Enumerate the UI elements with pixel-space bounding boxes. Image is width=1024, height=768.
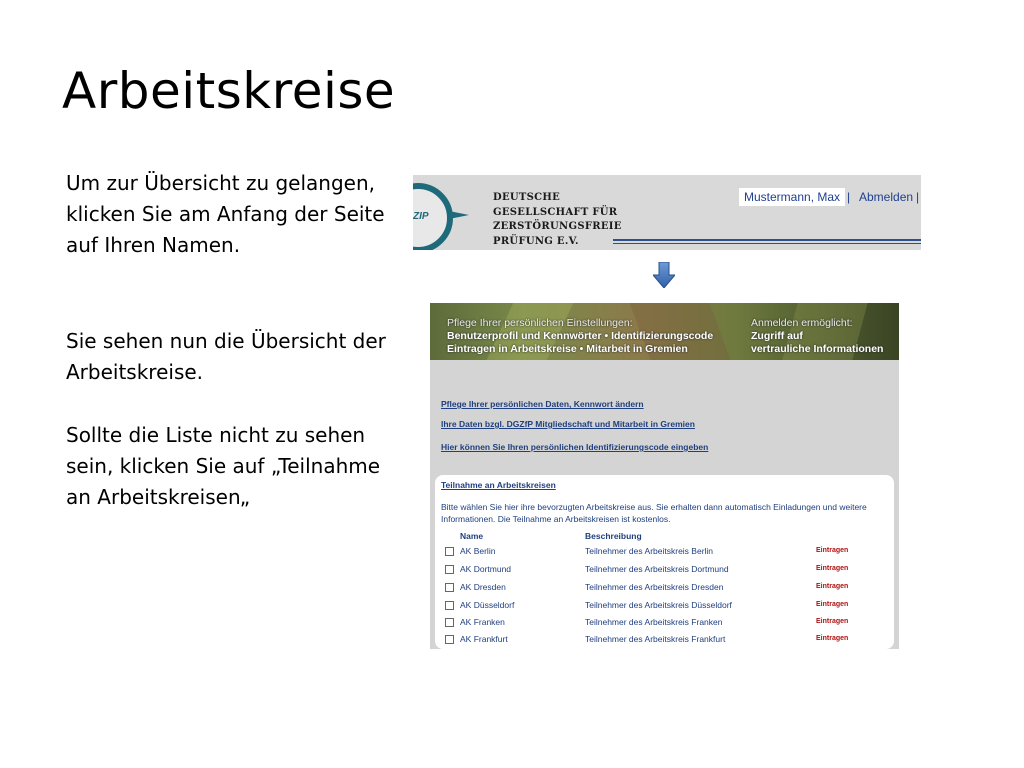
enroll-link[interactable]: Eintragen [816,601,848,608]
instruction-text-3: Sollte die Liste nicht zu sehen sein, kl… [66,420,406,513]
row-checkbox[interactable] [445,601,454,610]
org-line-1: Deutsche [493,192,561,203]
logout-link[interactable]: Abmelden [859,190,913,204]
org-line-2: Gesellschaft für [493,206,618,218]
settings-banner: Pflege Ihrer persönlichen Einstellungen:… [430,303,899,360]
logo-text: ZIP [413,211,429,222]
table-row: AK Düsseldorf Teilnehmer des Arbeitskrei… [435,600,894,617]
header-screenshot: ZIP Deutsche Gesellschaft für Zerstörung… [413,175,921,250]
table-row: AK Dortmund Teilnehmer des Arbeitskreis … [435,564,894,581]
row-name: AK Frankfurt [460,634,508,644]
row-description: Teilnehmer des Arbeitskreis Dresden [585,582,724,592]
row-checkbox[interactable] [445,618,454,627]
logo-arrow-icon [449,211,469,219]
instruction-text-2: Sie sehen nun die Übersicht der Arbeitsk… [66,326,406,388]
row-checkbox[interactable] [445,635,454,644]
banner-text-left: Pflege Ihrer persönlichen Einstellungen:… [447,317,713,356]
working-groups-description: Bitte wählen Sie hier ihre bevorzugten A… [441,502,867,524]
instruction-paragraph-1: Um zur Übersicht zu gelangen, klicken Si… [66,171,385,257]
org-line-4: Prüfung e.V. [493,235,579,247]
table-row: AK Frankfurt Teilnehmer des Arbeitskreis… [435,634,894,649]
row-description: Teilnehmer des Arbeitskreis Berlin [585,546,714,556]
banner-left-line-1: Benutzerprofil und Kennwörter • Identifi… [447,330,714,342]
header-separator-end: | [916,190,920,204]
row-name: AK Dresden [460,582,506,592]
org-line-3: Zerstörungsfreie [493,221,622,232]
row-description: Teilnehmer des Arbeitskreis Frankfurt [585,634,726,644]
slide-title: Arbeitskreise [62,62,396,120]
column-header-description: Beschreibung [585,531,642,541]
instruction-paragraph-3: Sollte die Liste nicht zu sehen sein, kl… [66,423,381,509]
row-checkbox[interactable] [445,583,454,592]
id-code-link[interactable]: Hier können Sie Ihren persönlichen Ident… [441,442,708,452]
instruction-text-1: Um zur Übersicht zu gelangen, klicken Si… [66,168,396,261]
row-name: AK Franken [460,617,505,627]
banner-right-line-2: vertrauliche Informationen [751,343,884,355]
working-groups-title-link[interactable]: Teilnahme an Arbeitskreisen [441,480,556,490]
enroll-link[interactable]: Eintragen [816,547,848,554]
banner-left-line-2: Eintragen in Arbeitskreise • Mitarbeit i… [447,343,688,355]
header-divider [613,239,921,241]
row-description: Teilnehmer des Arbeitskreis Franken [585,617,723,627]
row-checkbox[interactable] [445,547,454,556]
enroll-link[interactable]: Eintragen [816,565,848,572]
banner-right-heading: Anmelden ermöglicht: [751,317,853,329]
row-checkbox[interactable] [445,565,454,574]
instruction-paragraph-2: Sie sehen nun die Übersicht der Arbeitsk… [66,329,386,384]
enroll-link[interactable]: Eintragen [816,635,848,642]
table-row: AK Dresden Teilnehmer des Arbeitskreis D… [435,582,894,599]
row-name: AK Berlin [460,546,496,556]
table-row: AK Franken Teilnehmer des Arbeitskreis F… [435,617,894,634]
column-header-name: Name [460,531,484,541]
user-name-link[interactable]: Mustermann, Max [739,188,846,206]
row-description: Teilnehmer des Arbeitskreis Dortmund [585,564,729,574]
arrow-down-icon [653,262,675,288]
row-description: Teilnehmer des Arbeitskreis Düsseldorf [585,600,732,610]
banner-left-heading: Pflege Ihrer persönlichen Einstellungen: [447,317,633,329]
banner-right-line-1: Zugriff auf [751,330,803,342]
header-divider-thin [613,243,921,244]
personal-data-link[interactable]: Pflege Ihrer persönlichen Daten, Kennwor… [441,399,644,409]
header-separator: | [847,190,851,204]
organization-name: Deutsche Gesellschaft für Zerstörungsfre… [493,191,622,249]
row-name: AK Düsseldorf [460,600,515,610]
profile-page-screenshot: Pflege Ihrer persönlichen Einstellungen:… [430,303,899,649]
banner-text-right: Anmelden ermöglicht: Zugriff auf vertrau… [751,317,883,356]
enroll-link[interactable]: Eintragen [816,618,848,625]
row-name: AK Dortmund [460,564,512,574]
enroll-link[interactable]: Eintragen [816,583,848,590]
membership-link[interactable]: Ihre Daten bzgl. DGZfP Mitgliedschaft un… [441,419,695,429]
working-groups-panel: Teilnahme an Arbeitskreisen Bitte wählen… [435,475,894,649]
table-row: AK Berlin Teilnehmer des Arbeitskreis Be… [435,546,894,563]
